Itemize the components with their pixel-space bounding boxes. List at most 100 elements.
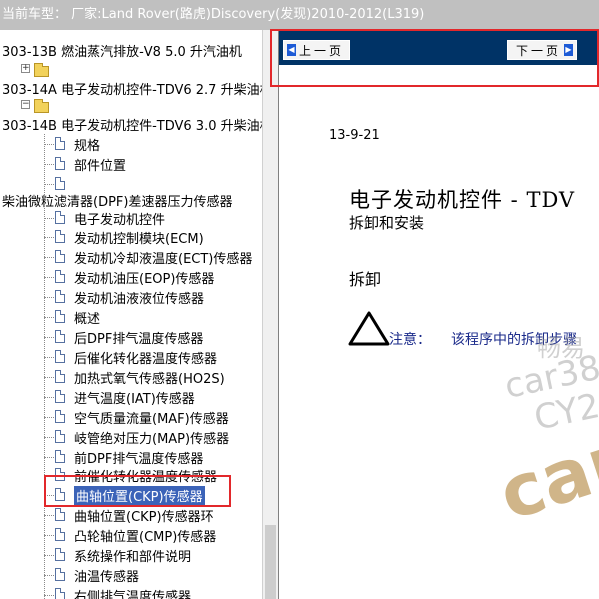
nav-highlight-box — [270, 29, 599, 87]
tree-guide-line — [44, 337, 54, 338]
collapse-icon[interactable]: − — [21, 100, 30, 109]
tree-scrollbar[interactable] — [262, 30, 278, 599]
tree-item-label: 发动机冷却液温度(ECT)传感器 — [74, 252, 253, 267]
tree-item-label: 岐管绝对压力(MAP)传感器 — [74, 432, 230, 447]
document-icon — [55, 450, 65, 463]
vehicle-title: 当前车型： 厂家:Land Rover(路虎)Discovery(发现)2010… — [2, 7, 425, 22]
document-icon — [55, 137, 65, 150]
tree-section-item[interactable]: 303-13B 燃油蒸汽排放-V8 5.0 升汽油机 — [0, 40, 262, 60]
tree-guide-line — [44, 457, 54, 458]
expand-icon[interactable]: + — [21, 64, 30, 73]
doc-title: 电子发动机控件 - TDV — [349, 188, 576, 212]
tree-item-label: 进气温度(IAT)传感器 — [74, 392, 195, 407]
tree-doc-item[interactable]: 凸轮轴位置(CMP)传感器 — [0, 525, 262, 545]
tree-guide-line — [44, 184, 54, 185]
tree-doc-item[interactable]: 岐管绝对压力(MAP)传感器 — [0, 427, 262, 447]
document-icon — [55, 548, 65, 561]
tree-item-label: 右侧排气温度传感器 — [74, 590, 192, 599]
document-icon — [55, 157, 65, 170]
tree-guide-line — [44, 317, 54, 318]
document-icon — [55, 230, 65, 243]
tree-guide-line — [44, 144, 54, 145]
tree-guide-line — [44, 297, 54, 298]
tree-item-label: 曲轴位置(CKP)传感器环 — [74, 510, 214, 525]
tree-item-label: 后催化转化器温度传感器 — [74, 352, 218, 367]
tree-guide-line — [44, 257, 54, 258]
scrollbar-thumb[interactable] — [265, 525, 276, 599]
tree-guide-line — [44, 397, 54, 398]
tree-doc-item[interactable]: 前DPF排气温度传感器 — [0, 447, 262, 467]
document-icon — [55, 350, 65, 363]
document-icon — [55, 270, 65, 283]
document-icon — [55, 290, 65, 303]
tree-guide-line — [44, 134, 45, 599]
tree-section-item[interactable]: 303-14B 电子发动机控件-TDV6 3.0 升柴油机 — [0, 114, 262, 134]
document-icon — [55, 410, 65, 423]
folder-icon — [34, 63, 49, 77]
tree-guide-line — [44, 595, 54, 596]
document-icon — [55, 177, 65, 190]
document-icon — [55, 588, 65, 599]
tree-doc-item[interactable]: 空气质量流量(MAF)传感器 — [0, 407, 262, 427]
tree-item-label: 凸轮轴位置(CMP)传感器 — [74, 530, 217, 545]
tree-item-label: 发动机油压(EOP)传感器 — [74, 272, 215, 287]
document-icon — [55, 330, 65, 343]
tree-doc-item[interactable]: 右侧排气温度传感器 — [0, 585, 262, 599]
tree-doc-item[interactable]: 发动机控制模块(ECM) — [0, 227, 262, 247]
note-label: 注意： — [389, 332, 431, 348]
tree-guide-line — [44, 277, 54, 278]
tree-item-label: 发动机控制模块(ECM) — [74, 232, 204, 247]
folder-icon — [34, 99, 49, 113]
tree-guide-line — [44, 515, 54, 516]
tree-doc-item[interactable]: 油温传感器 — [0, 565, 262, 585]
tree-guide-line — [44, 357, 54, 358]
warning-triangle-icon — [348, 311, 390, 346]
tree-doc-item[interactable]: 发动机油压(EOP)传感器 — [0, 267, 262, 287]
tree-section-item[interactable]: 303-14A 电子发动机控件-TDV6 2.7 升柴油机 — [0, 78, 262, 98]
tree-item-label: 后DPF排气温度传感器 — [74, 332, 204, 347]
tree-doc-item[interactable]: 后DPF排气温度传感器 — [0, 327, 262, 347]
document-icon — [55, 508, 65, 521]
tree-guide-line — [44, 437, 54, 438]
document-icon — [55, 528, 65, 541]
document-icon — [55, 370, 65, 383]
tree-doc-item[interactable]: 部件位置 — [0, 154, 262, 174]
doc-date: 13-9-21 — [329, 128, 380, 143]
tree-item-label: 303-14B 电子发动机控件-TDV6 3.0 升柴油机 — [2, 119, 262, 134]
tree-item-label: 发动机油液液位传感器 — [74, 292, 205, 307]
tree-folder-item[interactable]: + — [0, 60, 262, 80]
selected-item-highlight-box — [44, 475, 231, 507]
tree-doc-item[interactable]: 发动机冷却液温度(ECT)传感器 — [0, 247, 262, 267]
tree-guide-line — [44, 417, 54, 418]
tree-guide-line — [44, 164, 54, 165]
tree-doc-item[interactable]: 概述 — [0, 307, 262, 327]
tree-guide-line — [44, 555, 54, 556]
tree-doc-item[interactable]: 规格 — [0, 134, 262, 154]
tree-doc-item[interactable]: 发动机油液液位传感器 — [0, 287, 262, 307]
tree-section-item[interactable]: 柴油微粒滤清器(DPF)差速器压力传感器 — [0, 190, 262, 210]
document-icon — [55, 568, 65, 581]
tree-guide-line — [44, 575, 54, 576]
tree-doc-item[interactable]: 进气温度(IAT)传感器 — [0, 387, 262, 407]
tree-doc-item[interactable]: 加热式氧气传感器(HO2S) — [0, 367, 262, 387]
document-icon — [55, 211, 65, 224]
document-icon — [55, 250, 65, 263]
tree-panel[interactable]: 303-13B 燃油蒸汽排放-V8 5.0 升汽油机 +303-14A 电子发动机… — [0, 30, 262, 599]
document-icon — [55, 430, 65, 443]
document-icon — [55, 310, 65, 323]
tree-item-label: 电子发动机控件 — [74, 213, 166, 228]
tree-guide-line — [44, 535, 54, 536]
tree-folder-item[interactable]: − — [0, 96, 262, 116]
document-icon — [55, 390, 65, 403]
tree-item-label: 加热式氧气传感器(HO2S) — [74, 372, 225, 387]
tree-doc-item[interactable]: 曲轴位置(CKP)传感器环 — [0, 505, 262, 525]
tree-item-label: 油温传感器 — [74, 570, 140, 585]
tree-item-label: 概述 — [74, 312, 101, 327]
doc-section: 拆卸 — [349, 270, 382, 289]
tree-doc-item[interactable]: 系统操作和部件说明 — [0, 545, 262, 565]
tree-doc-item[interactable]: 电子发动机控件 — [0, 208, 262, 228]
document-panel: ◀ 上一页 下一页 ▶ 13-9-21 电子发动机控件 - TDV 拆卸和安装 … — [278, 30, 599, 599]
tree-item-label: 规格 — [74, 139, 101, 154]
tree-doc-item[interactable]: 后催化转化器温度传感器 — [0, 347, 262, 367]
tree-item-label: 部件位置 — [74, 159, 127, 174]
